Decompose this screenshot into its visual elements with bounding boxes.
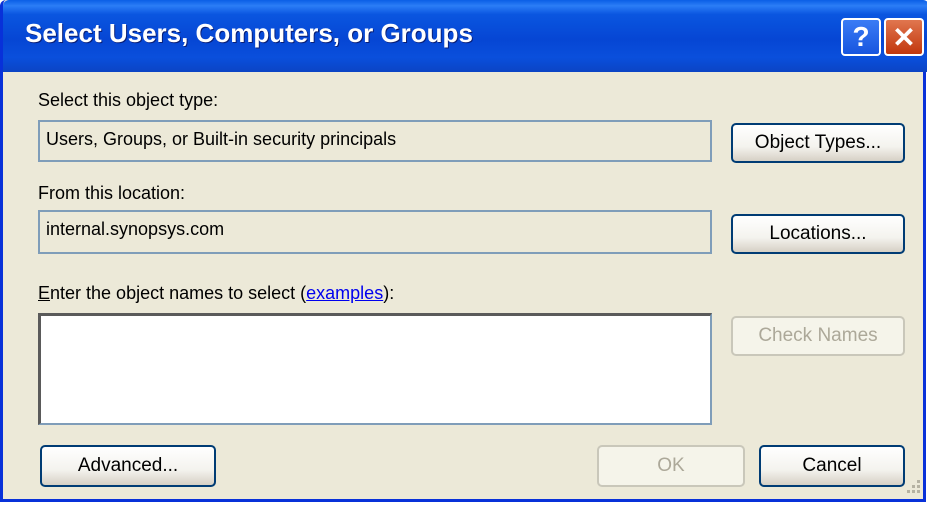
object-names-label-text: nter the object names to select (	[50, 283, 307, 303]
advanced-button-label: Advanced...	[77, 455, 179, 476]
locations-button[interactable]: Locations...	[731, 214, 905, 254]
close-icon: ✕	[892, 21, 916, 53]
object-names-label: Enter the object names to select (exampl…	[38, 283, 394, 304]
object-names-input[interactable]	[38, 313, 712, 425]
examples-link[interactable]: examples	[306, 283, 383, 303]
object-types-button-label: Object Types...	[754, 132, 882, 153]
cancel-button[interactable]: Cancel	[759, 445, 905, 487]
ok-button-label: OK	[657, 455, 685, 476]
object-type-field: Users, Groups, or Built-in security prin…	[38, 120, 712, 162]
location-value: internal.synopsys.com	[46, 219, 225, 239]
help-button[interactable]: ?	[841, 18, 881, 56]
advanced-button[interactable]: Advanced...	[40, 445, 216, 487]
object-types-button[interactable]: Object Types...	[731, 123, 905, 163]
close-button[interactable]: ✕	[884, 18, 924, 56]
dialog-title: Select Users, Computers, or Groups	[25, 18, 473, 48]
location-label: From this location:	[38, 183, 186, 203]
cancel-button-label: Cancel	[802, 455, 862, 476]
resize-grip-icon[interactable]	[903, 478, 921, 496]
object-names-label-end: ):	[383, 283, 395, 303]
ok-button[interactable]: OK	[597, 445, 745, 487]
locations-button-label: Locations...	[769, 223, 867, 244]
title-bar[interactable]: Select Users, Computers, or Groups ? ✕	[3, 0, 927, 72]
object-type-value: Users, Groups, or Built-in security prin…	[46, 129, 397, 149]
help-icon: ?	[852, 21, 870, 52]
object-type-label: Select this object type:	[38, 90, 219, 110]
check-names-button-label: Check Names	[758, 325, 878, 346]
object-names-label-access-key: E	[38, 283, 51, 303]
location-field: internal.synopsys.com	[38, 210, 712, 254]
check-names-button[interactable]: Check Names	[731, 316, 905, 356]
